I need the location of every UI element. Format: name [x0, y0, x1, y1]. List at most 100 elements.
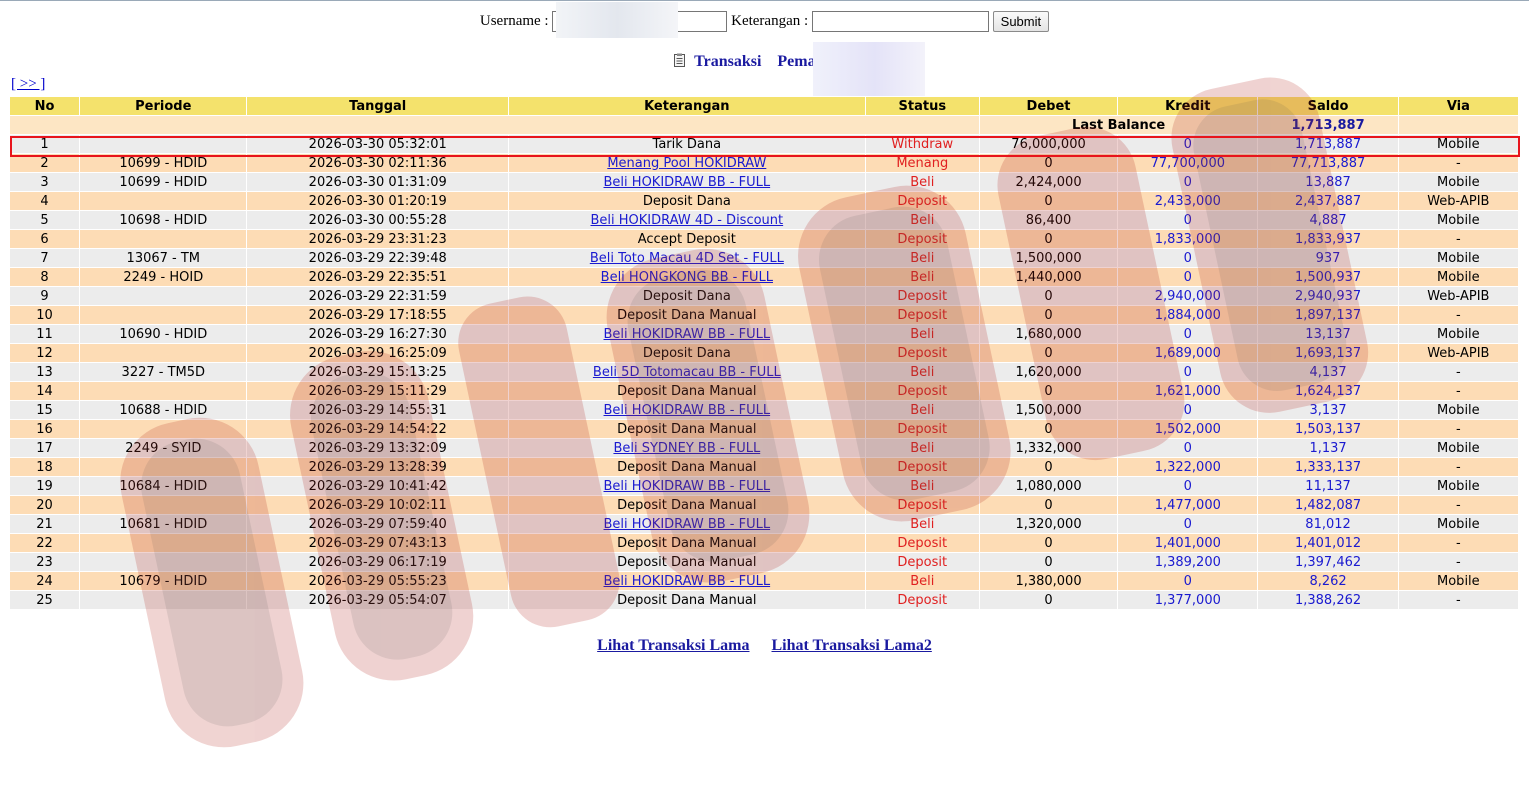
cell-kredit: 1,621,000 — [1118, 382, 1258, 400]
cell-periode: 13067 - TM — [80, 249, 247, 267]
cell-no: 6 — [10, 230, 80, 248]
keterangan-link[interactable]: Beli SYDNEY BB - FULL — [613, 441, 760, 456]
submit-button[interactable]: Submit — [992, 11, 1050, 32]
cell-saldo: 1,624,137 — [1258, 382, 1398, 400]
cell-saldo: 2,437,887 — [1258, 192, 1398, 210]
cell-tanggal: 2026-03-29 05:54:07 — [247, 591, 508, 609]
cell-status: Deposit — [865, 306, 979, 324]
keterangan-input[interactable] — [811, 11, 989, 32]
table-row: 2 10699 - HDID 2026-03-30 02:11:36 Menang P… — [10, 154, 1518, 172]
cell-saldo: 3,137 — [1258, 401, 1398, 419]
player-redaction — [813, 42, 925, 96]
cell-status: Beli — [865, 211, 979, 229]
cell-status: Deposit — [865, 458, 979, 476]
cell-keterangan: Deposit Dana Manual — [508, 553, 865, 571]
cell-via: Mobile — [1398, 401, 1518, 419]
cell-saldo: 1,500,937 — [1258, 268, 1398, 286]
cell-status: Deposit — [865, 192, 979, 210]
cell-saldo: 11,137 — [1258, 477, 1398, 495]
cell-saldo: 1,713,887 — [1258, 135, 1398, 153]
cell-keterangan: Beli HOKIDRAW 4D - Discount — [508, 211, 865, 229]
keterangan-link[interactable]: Beli HOKIDRAW BB - FULL — [604, 517, 771, 532]
cell-keterangan: Beli SYDNEY BB - FULL — [508, 439, 865, 457]
keterangan-link[interactable]: Beli HOKIDRAW BB - FULL — [604, 403, 771, 418]
table-row: 9 2026-03-29 22:31:59 Deposit Dana Deposit 0… — [10, 287, 1518, 305]
cell-via: Mobile — [1398, 477, 1518, 495]
cell-no: 10 — [10, 306, 80, 324]
cell-via: - — [1398, 553, 1518, 571]
cell-keterangan: Deposit Dana — [508, 192, 865, 210]
cell-kredit: 1,322,000 — [1118, 458, 1258, 476]
cell-tanggal: 2026-03-29 17:18:55 — [247, 306, 508, 324]
table-row: 19 10684 - HDID 2026-03-29 10:41:42 Beli HO… — [10, 477, 1518, 495]
cell-debet: 0 — [979, 287, 1118, 305]
cell-status: Deposit — [865, 287, 979, 305]
cell-debet: 86,400 — [979, 211, 1118, 229]
last-balance-row: Last Balance 1,713,887 — [10, 116, 1518, 134]
cell-kredit: 0 — [1118, 515, 1258, 533]
cell-tanggal: 2026-03-29 22:31:59 — [247, 287, 508, 305]
cell-no: 19 — [10, 477, 80, 495]
keterangan-link[interactable]: Menang Pool HOKIDRAW — [607, 156, 766, 171]
cell-kredit: 0 — [1118, 325, 1258, 343]
cell-periode — [80, 306, 247, 324]
cell-tanggal: 2026-03-29 13:32:09 — [247, 439, 508, 457]
keterangan-link[interactable]: Beli HOKIDRAW BB - FULL — [604, 479, 771, 494]
cell-saldo: 13,137 — [1258, 325, 1398, 343]
cell-keterangan: Deposit Dana Manual — [508, 591, 865, 609]
cell-kredit: 0 — [1118, 363, 1258, 381]
cell-saldo: 77,713,887 — [1258, 154, 1398, 172]
cell-tanggal: 2026-03-29 23:31:23 — [247, 230, 508, 248]
cell-kredit: 77,700,000 — [1118, 154, 1258, 172]
cell-via: Mobile — [1398, 249, 1518, 267]
cell-periode: 3227 - TM5D — [80, 363, 247, 381]
cell-debet: 1,320,000 — [979, 515, 1118, 533]
cell-debet: 1,500,000 — [979, 401, 1118, 419]
cell-via: Web-APIB — [1398, 344, 1518, 362]
cell-periode: 10684 - HDID — [80, 477, 247, 495]
cell-via: Mobile — [1398, 211, 1518, 229]
keterangan-link[interactable]: Beli HOKIDRAW BB - FULL — [604, 574, 771, 589]
table-row: 12 2026-03-29 16:25:09 Deposit Dana Deposit… — [10, 344, 1518, 362]
cell-keterangan: Deposit Dana Manual — [508, 458, 865, 476]
cell-debet: 1,440,000 — [979, 268, 1118, 286]
cell-no: 11 — [10, 325, 80, 343]
cell-periode — [80, 591, 247, 609]
username-label: Username : — [479, 13, 549, 29]
cell-tanggal: 2026-03-29 05:55:23 — [247, 572, 508, 590]
keterangan-link[interactable]: Beli HOKIDRAW 4D - Discount — [591, 213, 784, 228]
cell-saldo: 1,897,137 — [1258, 306, 1398, 324]
cell-saldo: 4,137 — [1258, 363, 1398, 381]
keterangan-link[interactable]: Beli HOKIDRAW BB - FULL — [604, 175, 771, 190]
cell-status: Deposit — [865, 382, 979, 400]
cell-tanggal: 2026-03-29 15:13:25 — [247, 363, 508, 381]
cell-saldo: 2,940,937 — [1258, 287, 1398, 305]
cell-kredit: 0 — [1118, 268, 1258, 286]
cell-kredit: 0 — [1118, 249, 1258, 267]
keterangan-link[interactable]: Beli 5D Totomacau BB - FULL — [593, 365, 781, 380]
cell-saldo: 1,397,462 — [1258, 553, 1398, 571]
cell-debet: 0 — [979, 230, 1118, 248]
keterangan-link[interactable]: Beli HOKIDRAW BB - FULL — [604, 327, 771, 342]
cell-saldo: 1,401,012 — [1258, 534, 1398, 552]
keterangan-link[interactable]: Beli HONGKONG BB - FULL — [601, 270, 773, 285]
footer-links: Lihat Transaksi Lama Lihat Transaksi Lam… — [0, 637, 1529, 655]
cell-kredit: 1,377,000 — [1118, 591, 1258, 609]
old-transactions-link[interactable]: Lihat Transaksi Lama — [597, 637, 749, 654]
cell-status: Beli — [865, 515, 979, 533]
old-transactions2-link[interactable]: Lihat Transaksi Lama2 — [772, 637, 932, 654]
header-tanggal: Tanggal — [247, 97, 508, 115]
cell-keterangan: Accept Deposit — [508, 230, 865, 248]
next-page-link[interactable]: [ >> ] — [11, 76, 45, 93]
cell-no: 25 — [10, 591, 80, 609]
cell-no: 9 — [10, 287, 80, 305]
cell-saldo: 8,262 — [1258, 572, 1398, 590]
keterangan-link[interactable]: Beli Toto Macau 4D Set - FULL — [590, 251, 784, 266]
cell-keterangan: Beli HOKIDRAW BB - FULL — [508, 572, 865, 590]
table-row: 7 13067 - TM 2026-03-29 22:39:48 Beli Toto … — [10, 249, 1518, 267]
cell-periode — [80, 192, 247, 210]
cell-status: Beli — [865, 439, 979, 457]
header-keterangan: Keterangan — [508, 97, 865, 115]
cell-via: - — [1398, 306, 1518, 324]
cell-kredit: 1,477,000 — [1118, 496, 1258, 514]
